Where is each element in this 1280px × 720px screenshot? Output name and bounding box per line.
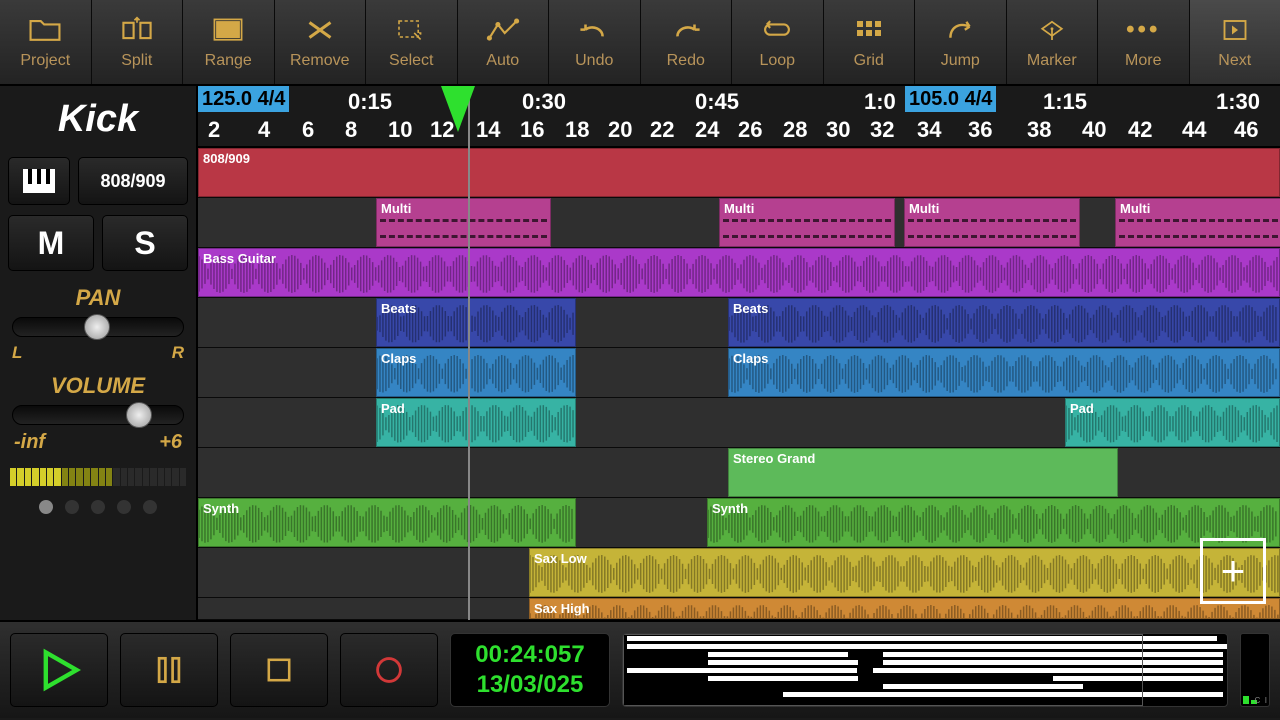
undo-button[interactable]: Undo [549, 0, 641, 84]
solo-button[interactable]: S [102, 215, 188, 271]
pan-right-label: R [172, 343, 184, 363]
loop-icon [759, 14, 795, 46]
more-button[interactable]: •••More [1098, 0, 1190, 84]
track-row[interactable]: Pad Pad [198, 398, 1280, 448]
marker-icon [1034, 14, 1070, 46]
page-indicator[interactable] [0, 490, 196, 514]
track-row[interactable]: Sax Low [198, 548, 1280, 598]
grid-button[interactable]: Grid [824, 0, 916, 84]
kit-button[interactable]: 808/909 [78, 157, 188, 205]
tempo-marker[interactable]: 105.0 4/4 [905, 86, 996, 112]
more-icon: ••• [1125, 14, 1161, 46]
level-meter [10, 468, 186, 486]
grid-icon [851, 14, 887, 46]
clip[interactable]: Sax High [529, 598, 1280, 619]
vol-max: +6 [159, 431, 182, 454]
select-icon [393, 14, 429, 46]
record-button[interactable] [340, 633, 438, 707]
clip[interactable]: Pad [1065, 398, 1280, 447]
project-button[interactable]: Project [0, 0, 92, 84]
pan-left-label: L [12, 343, 22, 363]
pan-label: PAN [10, 285, 186, 311]
range-button[interactable]: Range [183, 0, 275, 84]
clip[interactable]: Stereo Grand [728, 448, 1118, 497]
vol-min: -inf [14, 431, 45, 454]
tempo-marker[interactable]: 125.0 4/4 [198, 86, 289, 112]
mute-button[interactable]: M [8, 215, 94, 271]
timecode-display: 00:24:057 13/03/025 [450, 633, 610, 707]
play-button[interactable] [10, 633, 108, 707]
split-icon [119, 14, 155, 46]
clip[interactable]: Multi [719, 198, 895, 247]
folder-icon [27, 14, 63, 46]
pan-slider[interactable] [12, 317, 184, 337]
undo-icon [576, 14, 612, 46]
pause-button[interactable] [120, 633, 218, 707]
remove-button[interactable]: Remove [275, 0, 367, 84]
output-meter: C I [1240, 633, 1270, 707]
range-icon [210, 14, 246, 46]
marker-button[interactable]: Marker [1007, 0, 1099, 84]
clip[interactable]: Beats [376, 298, 576, 347]
clip[interactable]: 808/909 [198, 148, 1280, 197]
next-button[interactable]: Next [1190, 0, 1280, 84]
split-button[interactable]: Split [92, 0, 184, 84]
overview-navigator[interactable] [622, 633, 1228, 707]
clip[interactable]: Multi [1115, 198, 1280, 247]
track-row[interactable]: Stereo Grand [198, 448, 1280, 498]
clip[interactable]: Bass Guitar [198, 248, 1280, 297]
loop-button[interactable]: Loop [732, 0, 824, 84]
stop-button[interactable] [230, 633, 328, 707]
track-row[interactable]: MultiMultiMultiMulti [198, 198, 1280, 248]
playhead-icon[interactable] [441, 86, 475, 132]
jump-icon [942, 14, 978, 46]
clip[interactable]: Synth [198, 498, 576, 547]
clip[interactable]: Pad [376, 398, 576, 447]
auto-button[interactable]: Auto [458, 0, 550, 84]
next-icon [1217, 14, 1253, 46]
track-row[interactable]: Claps Claps [198, 348, 1280, 398]
clip[interactable]: Sax Low [529, 548, 1280, 597]
piano-icon [23, 169, 55, 193]
track-row[interactable]: Synth Synth [198, 498, 1280, 548]
track-row[interactable]: 808/909 [198, 148, 1280, 198]
auto-icon [485, 14, 521, 46]
volume-slider[interactable] [12, 405, 184, 425]
timeline-ruler[interactable]: 125.0 4/4105.0 4/40:150:300:451:01:151:3… [198, 86, 1280, 148]
select-button[interactable]: Select [366, 0, 458, 84]
clip[interactable]: Claps [728, 348, 1280, 397]
jump-button[interactable]: Jump [915, 0, 1007, 84]
clip[interactable]: Synth [707, 498, 1280, 547]
volume-label: VOLUME [10, 373, 186, 399]
add-track-button[interactable]: + [1200, 538, 1266, 604]
keyboard-button[interactable] [8, 157, 70, 205]
clip[interactable]: Multi [376, 198, 551, 247]
redo-icon [668, 14, 704, 46]
clip[interactable]: Multi [904, 198, 1080, 247]
track-name: Kick [0, 86, 196, 157]
clip[interactable]: Beats [728, 298, 1280, 347]
track-row[interactable]: Beats Beats [198, 298, 1280, 348]
redo-button[interactable]: Redo [641, 0, 733, 84]
remove-icon [302, 14, 338, 46]
track-row[interactable]: Bass Guitar [198, 248, 1280, 298]
playhead-line [468, 86, 470, 620]
clip[interactable]: Claps [376, 348, 576, 397]
track-row[interactable]: Sax High [198, 598, 1280, 620]
